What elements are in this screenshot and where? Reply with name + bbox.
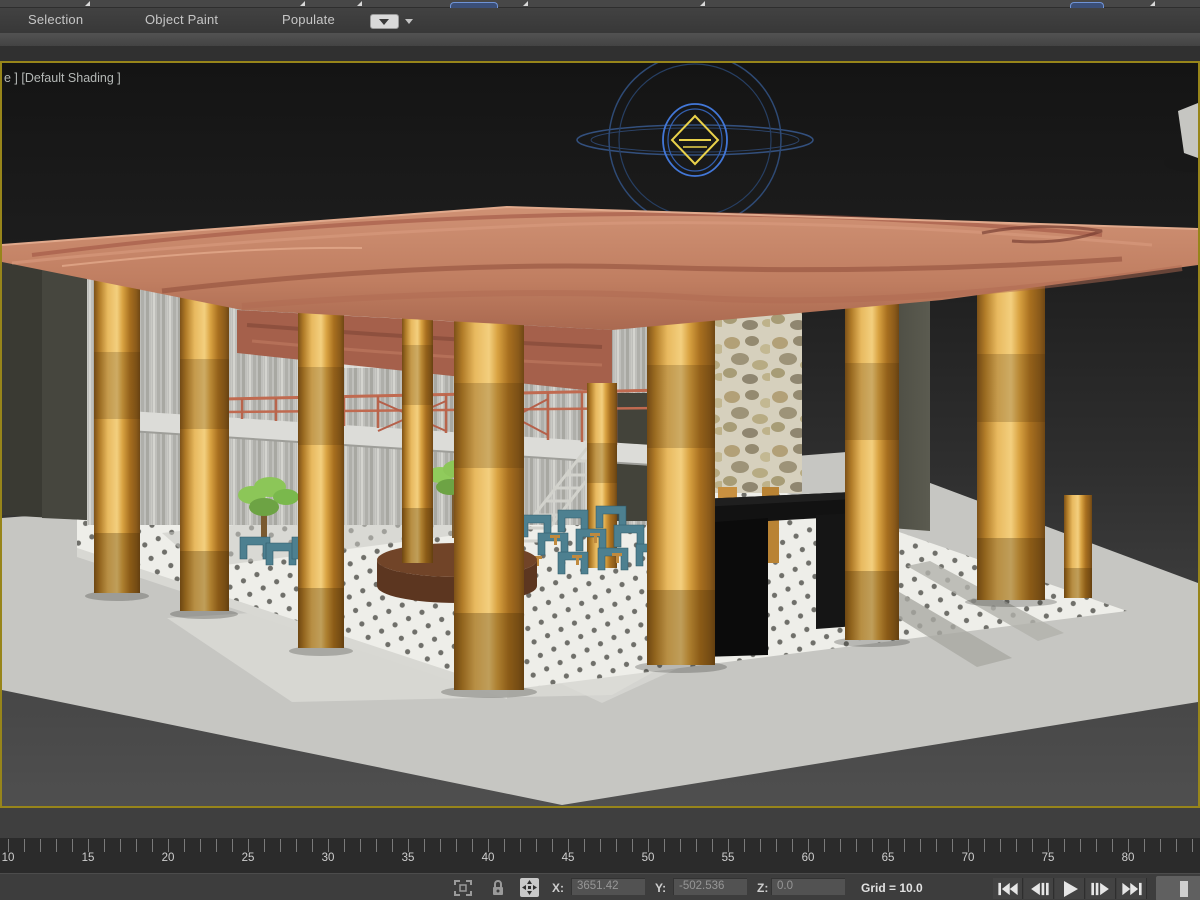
flyout-arrow-icon: [700, 1, 705, 6]
viewport-gap-strip: [0, 46, 1200, 61]
go-to-start-button[interactable]: [993, 878, 1023, 899]
tab-object-paint[interactable]: Object Paint: [145, 12, 218, 27]
tab-populate[interactable]: Populate: [282, 12, 335, 27]
ribbon-minimize-button[interactable]: [370, 14, 399, 29]
flyout-arrow-icon: [85, 1, 90, 6]
time-slider-strip[interactable]: [0, 808, 1200, 839]
next-frame-button[interactable]: [1086, 878, 1116, 899]
isolate-selection-icon[interactable]: [452, 878, 474, 898]
previous-frame-button[interactable]: [1024, 878, 1054, 899]
perspective-viewport[interactable]: e ] [Default Shading ]: [0, 61, 1200, 808]
key-mode-toggle-button[interactable]: [1156, 876, 1200, 900]
main-toolbar-sliver: [0, 0, 1200, 8]
flyout-arrow-icon: [523, 1, 528, 6]
max-window: Selection Object Paint Populate e ] [Def…: [0, 0, 1200, 900]
x-coordinate-field[interactable]: 3651.42: [571, 878, 645, 895]
viewport-shading-label[interactable]: e ] [Default Shading ]: [4, 71, 121, 85]
key-icon: [1180, 881, 1188, 897]
flyout-arrow-icon: [1150, 1, 1155, 6]
left-dark-wall-face: [42, 263, 87, 520]
grid-size-readout: Grid = 10.0: [861, 881, 923, 895]
x-coordinate-label: X:: [552, 881, 564, 895]
go-to-end-button[interactable]: [1117, 878, 1147, 899]
tab-selection[interactable]: Selection: [28, 12, 83, 27]
column-band: [587, 443, 617, 483]
y-coordinate-field[interactable]: -502.536: [673, 878, 747, 895]
chevron-down-icon: [379, 19, 389, 25]
status-bar: X: 3651.42 Y: -502.536 Z: 0.0 Grid = 10.…: [0, 873, 1200, 900]
y-coordinate-label: Y:: [655, 881, 666, 895]
flyout-arrow-icon: [357, 1, 362, 6]
absolute-mode-transform-icon[interactable]: [520, 878, 539, 897]
ribbon-options-chevron-icon[interactable]: [405, 19, 413, 24]
z-coordinate-label: Z:: [757, 881, 768, 895]
viewport-canvas[interactable]: [2, 63, 1198, 806]
ribbon-tab-bar: Selection Object Paint Populate: [0, 8, 1200, 33]
trackbar-ticks[interactable]: 101520253035404550556065707580: [0, 838, 1200, 873]
play-button[interactable]: [1055, 878, 1085, 899]
selection-lock-icon[interactable]: [491, 878, 505, 898]
z-coordinate-field[interactable]: 0.0: [771, 878, 845, 895]
ribbon-body-collapsed: [0, 33, 1200, 46]
flyout-arrow-icon: [300, 1, 305, 6]
